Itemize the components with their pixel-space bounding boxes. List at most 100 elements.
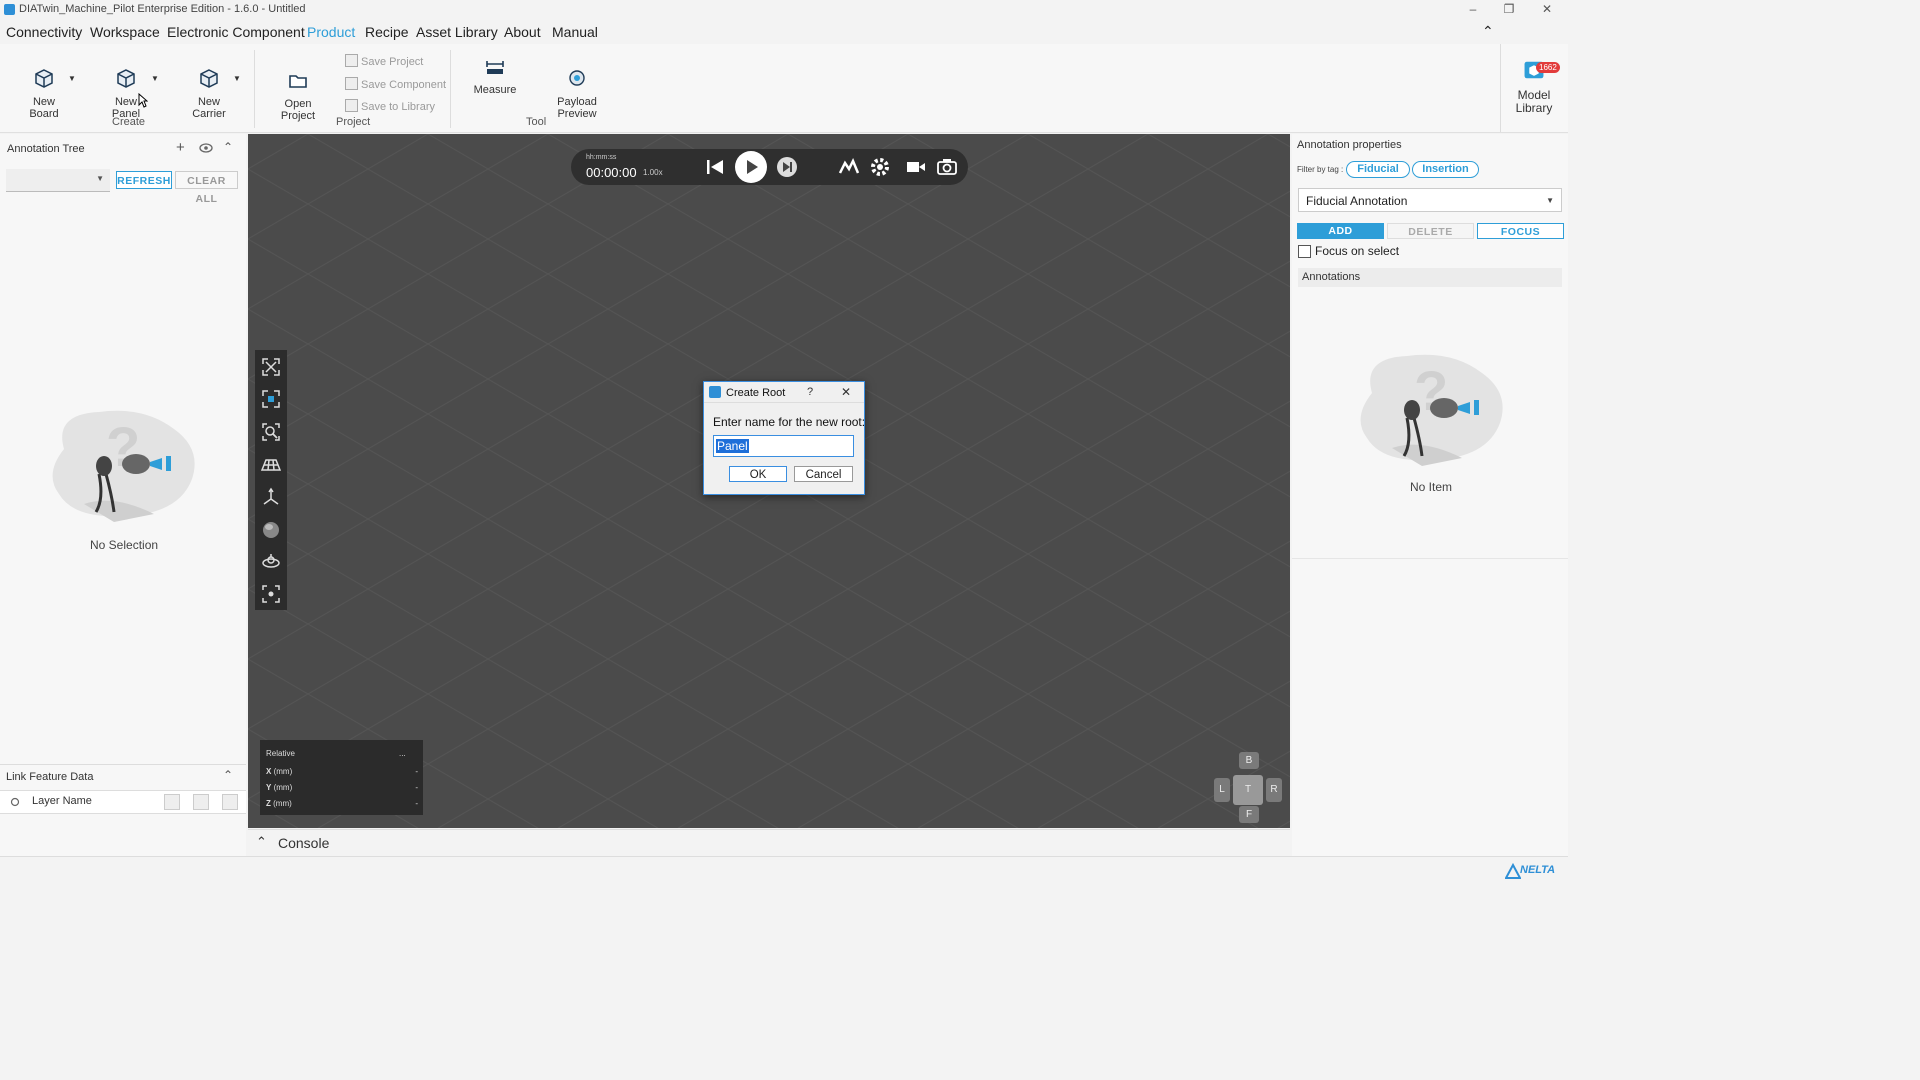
layer-table-header: Layer Name [0, 790, 246, 814]
ribbon-divider [254, 50, 255, 128]
new-board-button[interactable]: New Board [24, 56, 64, 132]
coord-axis: X [266, 767, 272, 776]
payload-preview-button[interactable]: Payload Preview [552, 56, 602, 132]
gear-icon[interactable] [869, 156, 891, 178]
add-button[interactable]: ADD [1297, 223, 1384, 239]
new-carrier-label: New Carrier [192, 96, 226, 120]
eye-icon[interactable] [199, 143, 213, 153]
new-board-dropdown-icon[interactable]: ▼ [68, 74, 76, 83]
save-to-library-button[interactable]: Save to Library [345, 99, 435, 113]
tree-filter-select[interactable]: ▼ [6, 169, 110, 192]
focus-on-select-label: Focus on select [1315, 244, 1400, 258]
fit-selection-icon[interactable] [261, 389, 281, 409]
view-navigator: B L T R F [1214, 752, 1284, 823]
lock-icon[interactable] [164, 794, 180, 810]
time-readout: 00:00:00 [586, 165, 637, 180]
new-panel-dropdown-icon[interactable]: ▼ [151, 74, 159, 83]
coord-unit: (mm) [273, 767, 293, 776]
app-icon [709, 386, 721, 398]
orbit-icon[interactable] [261, 552, 281, 572]
tag-fiducial[interactable]: Fiducial [1346, 161, 1410, 178]
step-forward-icon[interactable] [775, 156, 799, 178]
window-title: DIATwin_Machine_Pilot Enterprise Edition… [19, 3, 306, 15]
coord-axis: Y [266, 783, 272, 792]
save-project-label: Save Project [361, 56, 424, 68]
camera-icon[interactable] [936, 157, 958, 177]
restore-button[interactable]: ❐ [1491, 0, 1527, 18]
root-name-input[interactable]: Panel [713, 435, 854, 457]
speed-readout[interactable]: 1.00x [643, 168, 663, 177]
minimize-button[interactable]: – [1455, 0, 1491, 18]
fit-all-icon[interactable] [261, 357, 281, 377]
zoom-icon[interactable] [261, 422, 281, 442]
focus-on-select-checkbox[interactable] [1298, 245, 1311, 258]
menu-workspace[interactable]: Workspace [90, 24, 160, 40]
refresh-button[interactable]: REFRESH [116, 171, 172, 189]
nav-back-button[interactable]: B [1239, 752, 1259, 769]
ribbon-divider [1500, 44, 1501, 132]
robot-icon[interactable] [837, 157, 861, 177]
save-icon [345, 99, 358, 112]
sphere-icon[interactable] [261, 520, 281, 540]
menu-manual[interactable]: Manual [552, 24, 598, 40]
open-project-button[interactable]: Open Project [278, 58, 318, 134]
menu-electronic-component[interactable]: Electronic Component [167, 24, 305, 40]
menu-recipe[interactable]: Recipe [365, 24, 409, 40]
video-camera-icon[interactable] [905, 158, 927, 176]
add-icon[interactable]: + [176, 139, 185, 156]
collapse-icon[interactable]: ⌃ [223, 768, 233, 782]
close-window-button[interactable]: ✕ [1529, 0, 1565, 18]
coord-value: - [415, 783, 418, 792]
model-library-label: Model Library [1515, 88, 1553, 115]
annotation-type-select[interactable]: Fiducial Annotation ▼ [1298, 188, 1562, 212]
grid-icon[interactable] [261, 454, 281, 474]
time-format-label: hh:mm:ss [586, 154, 617, 161]
save-component-button[interactable]: Save Component [345, 77, 446, 91]
menu-about[interactable]: About [504, 24, 541, 40]
nav-right-button[interactable]: R [1266, 778, 1282, 802]
axis-icon[interactable] [261, 487, 281, 507]
collapse-icon[interactable]: ⌃ [223, 140, 233, 154]
cube-icon [200, 69, 218, 88]
coord-panel-title: Relative [266, 749, 295, 758]
measure-button[interactable]: Measure [470, 56, 520, 96]
open-project-label: Open Project [280, 98, 316, 122]
nav-top-button[interactable]: T [1233, 775, 1263, 805]
no-selection-text: No Selection [90, 538, 159, 552]
model-library-button[interactable]: Model Library [1508, 44, 1560, 128]
view-toolbar [255, 350, 287, 610]
cancel-button[interactable]: Cancel [794, 466, 853, 482]
help-button[interactable]: ? [807, 386, 813, 398]
menu-connectivity[interactable]: Connectivity [6, 24, 82, 40]
new-carrier-button[interactable]: New Carrier [189, 56, 229, 132]
coord-row-z: Z (mm) - [266, 799, 418, 808]
delete-button[interactable]: DELETE [1387, 223, 1474, 239]
nav-front-button[interactable]: F [1239, 806, 1259, 823]
save-icon [345, 77, 358, 90]
layer-name-header: Layer Name [32, 795, 92, 807]
ok-button[interactable]: OK [729, 466, 787, 482]
console-bar[interactable]: ⌃ Console [248, 829, 1290, 857]
dialog-close-button[interactable]: ✕ [841, 385, 851, 399]
expand-console-icon[interactable]: ⌃ [256, 834, 267, 850]
eye-icon[interactable] [193, 794, 209, 810]
save-project-button[interactable]: Save Project [345, 54, 423, 68]
trash-icon[interactable] [222, 794, 238, 810]
annotations-header-label: Annotations [1302, 271, 1361, 283]
nav-left-button[interactable]: L [1214, 778, 1230, 802]
new-carrier-dropdown-icon[interactable]: ▼ [233, 74, 241, 83]
clear-all-button[interactable]: CLEAR ALL [175, 171, 238, 205]
playback-bar: hh:mm:ss 00:00:00 1.00x [571, 149, 968, 185]
menu-asset-library[interactable]: Asset Library [416, 24, 498, 40]
skip-back-icon[interactable] [704, 157, 726, 177]
annotations-header: Annotations [1298, 268, 1562, 287]
right-panel: Annotation properties Filter by tag : Fi… [1292, 134, 1568, 856]
play-icon[interactable] [734, 150, 768, 184]
tag-insertion[interactable]: Insertion [1412, 161, 1479, 178]
collapse-ribbon-icon[interactable]: ⌃ [1482, 23, 1494, 40]
focus-icon[interactable] [261, 584, 281, 604]
cube-icon [35, 69, 53, 88]
focus-button[interactable]: FOCUS [1477, 223, 1564, 239]
menu-product[interactable]: Product [307, 24, 355, 40]
coord-panel-menu[interactable]: ... [399, 749, 406, 758]
